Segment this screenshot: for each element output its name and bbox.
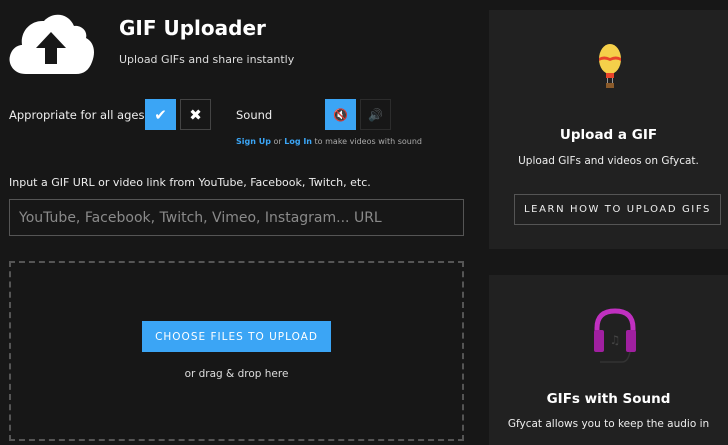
page-subtitle: Upload GIFs and share instantly [119, 53, 295, 66]
panel-title: GIFs with Sound [546, 391, 671, 407]
gifs-with-sound-panel: ♫ GIFs with Sound Gfycat allows you to k… [489, 275, 728, 445]
url-input[interactable] [9, 199, 464, 236]
upload-gif-panel: Upload a GIF Upload GIFs and videos on G… [489, 10, 728, 249]
check-icon: ✔ [154, 105, 167, 124]
ages-yes-button[interactable]: ✔ [145, 99, 176, 130]
panel-text: Upload GIFs and videos on Gfycat. [518, 155, 699, 167]
sign-up-link[interactable]: Sign Up [236, 137, 271, 146]
choose-files-button[interactable]: CHOOSE FILES TO UPLOAD [142, 321, 331, 352]
sound-hint: Sign Up or Log In to make videos with so… [236, 137, 422, 146]
url-label: Input a GIF URL or video link from YouTu… [9, 176, 371, 189]
drag-drop-text: or drag & drop here [184, 368, 289, 380]
cloud-upload-icon [9, 14, 94, 74]
mute-icon: 🔇 [333, 107, 348, 122]
ages-label: Appropriate for all ages [9, 108, 145, 122]
hot-air-balloon-icon [599, 44, 621, 88]
ages-no-button[interactable]: ✖ [180, 99, 211, 130]
panel-text: Gfycat allows you to keep the audio in [507, 418, 710, 430]
sound-label: Sound [236, 108, 273, 122]
headphones-icon: ♫ [594, 308, 636, 363]
sound-on-button[interactable]: 🔊 [360, 99, 391, 130]
svg-text:♫: ♫ [610, 333, 621, 347]
volume-icon: 🔊 [368, 107, 383, 122]
log-in-link[interactable]: Log In [284, 137, 312, 146]
page-title: GIF Uploader [119, 16, 266, 40]
learn-upload-button[interactable]: LEARN HOW TO UPLOAD GIFS [514, 194, 721, 225]
sound-hint-text: to make videos with sound [312, 137, 422, 146]
sound-off-button[interactable]: 🔇 [325, 99, 356, 130]
close-icon: ✖ [189, 105, 202, 124]
panel-title: Upload a GIF [559, 127, 658, 143]
or-text: or [270, 137, 285, 146]
